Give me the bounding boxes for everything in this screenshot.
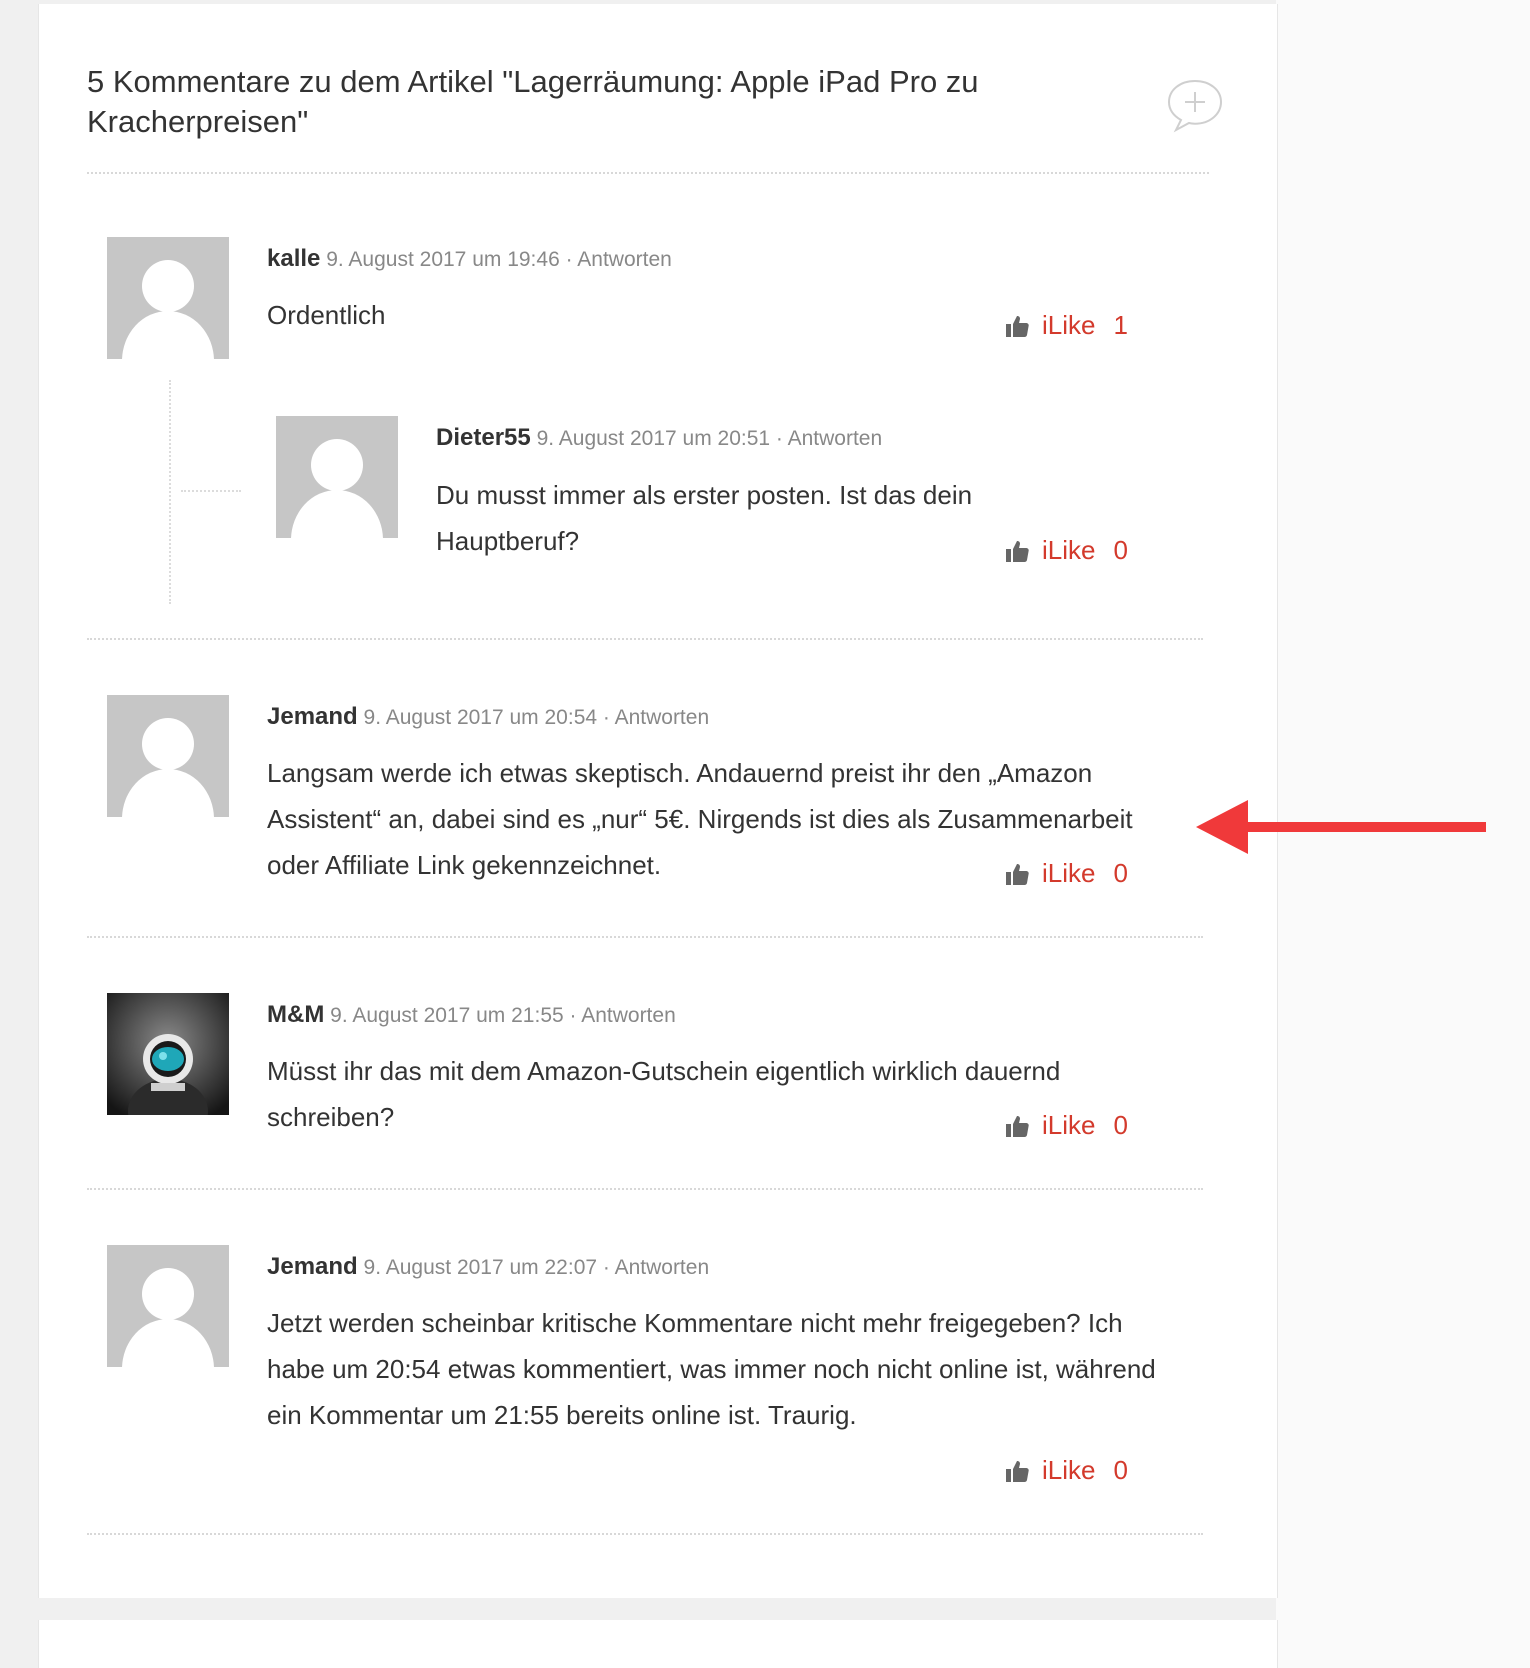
thread-connector — [181, 490, 241, 492]
title-separator — [87, 172, 1209, 174]
comment-separator — [87, 936, 1203, 938]
like-count: 0 — [1113, 535, 1128, 565]
default-user-silhouette-icon — [291, 439, 383, 538]
comment-author[interactable]: Jemand — [267, 1253, 358, 1280]
like-count: 1 — [1113, 310, 1128, 340]
like-label: iLike — [1042, 1455, 1096, 1485]
comment-date: 9. August 2017 um 21:55 — [330, 1004, 564, 1027]
comments-title: 5 Kommentare zu dem Artikel "Lagerräumun… — [87, 64, 979, 139]
comment-text: Jetzt werden scheinbar kritische Komment… — [267, 1308, 1156, 1430]
comment-date: 9. August 2017 um 22:07 — [363, 1256, 598, 1279]
like-button[interactable]: iLike 1 — [1004, 310, 1128, 341]
avatar — [276, 416, 398, 538]
comment-text: Du musst immer als erster posten. Ist da… — [436, 480, 973, 556]
default-user-silhouette-icon — [122, 260, 214, 359]
comment-author[interactable]: M&M — [267, 1001, 324, 1028]
like-count: 0 — [1113, 1455, 1128, 1485]
like-button[interactable]: iLike 0 — [1004, 535, 1128, 566]
comment-separator — [87, 638, 1203, 640]
avatar — [107, 695, 229, 817]
meta-separator: · — [597, 1256, 615, 1279]
reply-link[interactable]: Antworten — [615, 1256, 710, 1279]
comment-author[interactable]: Dieter55 — [436, 424, 531, 451]
comment-author[interactable]: kalle — [267, 245, 320, 272]
like-button[interactable]: iLike 0 — [1004, 858, 1128, 889]
comment-meta: Jemand 9. August 2017 um 20:54 · Antwort… — [267, 703, 709, 731]
thumbs-up-icon — [1006, 540, 1029, 562]
like-count: 0 — [1113, 1110, 1128, 1140]
comment-bubble-plus-icon[interactable] — [1166, 78, 1224, 134]
thumbs-up-icon — [1006, 863, 1029, 885]
next-card — [38, 1620, 1278, 1668]
default-user-silhouette-icon — [122, 1268, 214, 1367]
like-count: 0 — [1113, 858, 1128, 888]
avatar — [107, 1245, 229, 1367]
thumbs-up-icon — [1006, 1460, 1029, 1482]
meta-separator: · — [597, 706, 615, 729]
comment-meta: M&M 9. August 2017 um 21:55 · Antworten — [267, 1001, 676, 1029]
comment-date: 9. August 2017 um 20:51 — [536, 427, 771, 450]
comment-separator — [87, 1533, 1203, 1535]
card-footer-strip — [38, 1598, 1276, 1620]
like-label: iLike — [1042, 310, 1096, 340]
like-label: iLike — [1042, 535, 1096, 565]
avatar — [107, 237, 229, 359]
meta-separator: · — [563, 1004, 582, 1027]
like-button[interactable]: iLike 0 — [1004, 1455, 1128, 1486]
like-label: iLike — [1042, 1110, 1096, 1140]
reply-link[interactable]: Antworten — [577, 248, 672, 271]
avatar — [107, 993, 229, 1115]
thumbs-up-icon — [1006, 1115, 1029, 1137]
like-label: iLike — [1042, 858, 1096, 888]
reply-link[interactable]: Antworten — [581, 1004, 676, 1027]
default-user-silhouette-icon — [122, 718, 214, 817]
reply-link[interactable]: Antworten — [788, 427, 883, 450]
comment-date: 9. August 2017 um 20:54 — [363, 706, 598, 729]
like-button[interactable]: iLike 0 — [1004, 1110, 1128, 1141]
meta-separator: · — [559, 248, 578, 271]
comment-author[interactable]: Jemand — [267, 703, 358, 730]
comment-text: Ordentlich — [267, 300, 386, 330]
reply-link[interactable]: Antworten — [615, 706, 710, 729]
comment-meta: kalle 9. August 2017 um 19:46 · Antworte… — [267, 245, 672, 273]
thumbs-up-icon — [1006, 315, 1029, 337]
thread-line — [169, 380, 171, 604]
meta-separator: · — [770, 427, 788, 450]
red-arrow-annotation — [1196, 800, 1486, 854]
comment-separator — [87, 1188, 1203, 1190]
comment-date: 9. August 2017 um 19:46 — [326, 248, 560, 271]
comment-meta: Dieter55 9. August 2017 um 20:51 · Antwo… — [436, 424, 882, 452]
comment-meta: Jemand 9. August 2017 um 22:07 · Antwort… — [267, 1253, 709, 1281]
astronaut-photo-icon — [107, 993, 229, 1115]
